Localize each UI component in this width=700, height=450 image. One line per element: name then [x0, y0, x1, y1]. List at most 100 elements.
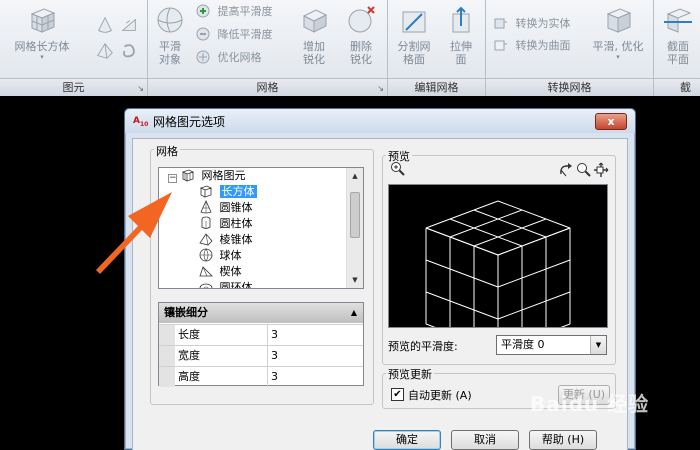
panel-title-edit-mesh: 编辑网格	[388, 78, 485, 96]
prop-value[interactable]: 3	[271, 325, 278, 345]
close-button[interactable]: x	[595, 113, 627, 130]
pan-icon[interactable]	[593, 162, 609, 178]
tree-item-pyramid[interactable]: 棱锥体	[199, 232, 253, 248]
chevron-down-icon[interactable]: ▼	[590, 336, 606, 354]
increase-smoothness-icon	[196, 4, 210, 18]
prop-row-length[interactable]: 长度 3	[159, 324, 363, 345]
convert-to-surface-icon	[494, 40, 507, 51]
tree-item-label: 棱锥体	[219, 233, 253, 246]
convert-to-solid-icon	[494, 18, 507, 29]
cone-icon	[200, 200, 212, 214]
tree-item-cone[interactable]: 圆锥体	[199, 200, 253, 216]
tree-item-wedge[interactable]: 楔体	[199, 264, 242, 280]
mesh-box-button[interactable]: 网格长方体 ▾	[14, 4, 70, 74]
wedge-tool-icon[interactable]	[118, 14, 140, 36]
torus-tool-icon[interactable]	[118, 40, 140, 62]
props-header[interactable]: 镶嵌细分 ▲	[159, 303, 363, 323]
mesh-root-icon	[181, 169, 195, 182]
panel-section: 截面平面 截	[654, 0, 700, 96]
pyramid-tool-icon[interactable]	[94, 40, 116, 62]
refine-mesh-button[interactable]: 优化网格	[196, 48, 262, 68]
collapse-up-icon[interactable]: ▲	[351, 303, 357, 323]
props-header-label: 镶嵌细分	[164, 306, 208, 319]
watermark-logo: Baidu 经验	[530, 392, 650, 416]
tree-item-sphere[interactable]: 球体	[199, 248, 242, 264]
prop-name: 高度	[178, 367, 268, 387]
mesh-box-wireframe	[425, 200, 571, 352]
decrease-smoothness-label: 降低平滑度	[217, 28, 273, 41]
prop-row-height[interactable]: 高度 3	[159, 366, 363, 387]
smooth-object-label: 平滑对象	[159, 40, 181, 66]
increase-smoothness-button[interactable]: 提高平滑度	[196, 2, 273, 22]
chevron-down-icon: ▾	[616, 53, 620, 61]
split-face-label: 分割网格面	[397, 40, 431, 66]
help-button[interactable]: 帮助 (H)	[529, 430, 597, 450]
tree-scrollbar[interactable]: ▲ ▼	[346, 168, 363, 288]
mesh-box-label: 网格长方体	[14, 40, 70, 53]
panel-launcher-icon[interactable]: ↘	[137, 84, 144, 93]
section-plane-button[interactable]: 截面平面	[660, 4, 696, 74]
zoom-icon[interactable]	[576, 162, 592, 178]
convert-to-surface-label: 转换为曲面	[515, 39, 571, 52]
smooth-optimized-button[interactable]: 平滑, 优化 ▾	[586, 4, 650, 74]
panel-title-convert-mesh: 转换网格	[486, 78, 653, 96]
panel-title-primitives: 图元	[0, 78, 147, 96]
add-crease-button[interactable]: 增加锐化	[290, 4, 338, 74]
auto-update-label[interactable]: 自动更新 (A)	[408, 387, 472, 403]
split-face-icon	[402, 11, 426, 33]
section-plane-label: 截面平面	[667, 40, 689, 66]
scroll-thumb[interactable]	[350, 192, 360, 238]
zoom-extents-icon[interactable]	[390, 161, 406, 177]
panel-convert-mesh: 转换为实体 转换为曲面 平滑, 优化 ▾ 转换网格	[486, 0, 654, 96]
smooth-object-button[interactable]: 平滑对象	[148, 4, 192, 74]
ok-button[interactable]: 确定	[373, 430, 441, 450]
panel-title-mesh: 网格	[148, 78, 387, 96]
tree-item-cylinder[interactable]: 圆柱体	[199, 216, 253, 232]
convert-to-solid-button[interactable]: 转换为实体	[494, 14, 571, 34]
torus-icon	[199, 283, 213, 288]
tree-item-label: 圆锥体	[219, 201, 253, 214]
tree-item-label: 长方体	[219, 185, 257, 198]
dialog-title: 网格图元选项	[153, 115, 226, 129]
tree-item-torus[interactable]: 圆环体	[199, 280, 253, 289]
refine-mesh-label: 优化网格	[217, 51, 262, 64]
extrude-face-button[interactable]: 拉伸面	[438, 4, 484, 74]
tree-root-label: 网格图元	[201, 169, 246, 182]
prop-value[interactable]: 3	[271, 367, 278, 387]
extrude-face-label: 拉伸面	[450, 40, 472, 66]
smoothness-select[interactable]: 平滑度 0 ▼	[496, 335, 607, 355]
cylinder-icon	[201, 216, 211, 229]
auto-update-checkbox[interactable]: ✔	[391, 388, 404, 401]
pyramid-icon	[199, 233, 213, 246]
tree-item-box[interactable]: 长方体	[199, 184, 257, 200]
convert-to-surface-button[interactable]: 转换为曲面	[494, 36, 571, 56]
remove-crease-button[interactable]: 删除锐化	[337, 4, 385, 74]
collapse-toggle[interactable]: −	[168, 174, 177, 183]
panel-primitives: 网格长方体 ▾ 图元 ↘	[0, 0, 148, 96]
cancel-button[interactable]: 取消	[451, 430, 519, 450]
primitive-tree[interactable]: − 网格图元 长方体 圆锥体 圆柱体 棱锥体 球体 楔体 圆环体 ▲ ▼	[158, 167, 364, 289]
tree-root[interactable]: 网格图元	[181, 168, 246, 184]
annotation-arrow	[96, 192, 172, 274]
panel-launcher-icon[interactable]: ↘	[377, 84, 384, 93]
box-icon	[199, 185, 213, 198]
sphere-icon	[199, 248, 213, 262]
preview-canvas[interactable]	[388, 184, 608, 352]
tessellation-properties: 镶嵌细分 ▲ 长度 3 宽度 3 高度 3	[158, 302, 364, 387]
refine-mesh-icon	[196, 50, 210, 64]
scroll-down-icon[interactable]: ▼	[347, 272, 363, 288]
tree-item-label: 圆环体	[219, 281, 253, 289]
prop-value[interactable]: 3	[271, 346, 278, 366]
preview-smoothness-label: 预览的平滑度:	[388, 340, 458, 353]
panel-title-section: 截	[654, 78, 700, 96]
orbit-icon[interactable]	[558, 162, 576, 178]
cone-tool-icon[interactable]	[94, 14, 116, 36]
scroll-up-icon[interactable]: ▲	[347, 168, 363, 184]
smooth-optimized-label: 平滑, 优化	[592, 40, 644, 53]
increase-smoothness-label: 提高平滑度	[217, 5, 273, 18]
smooth-sphere-icon	[157, 7, 183, 33]
decrease-smoothness-button[interactable]: 降低平滑度	[196, 25, 273, 45]
dialog-titlebar[interactable]: A10 网格图元选项 x	[125, 109, 635, 133]
split-face-button[interactable]: 分割网格面	[390, 4, 438, 74]
prop-row-width[interactable]: 宽度 3	[159, 345, 363, 366]
